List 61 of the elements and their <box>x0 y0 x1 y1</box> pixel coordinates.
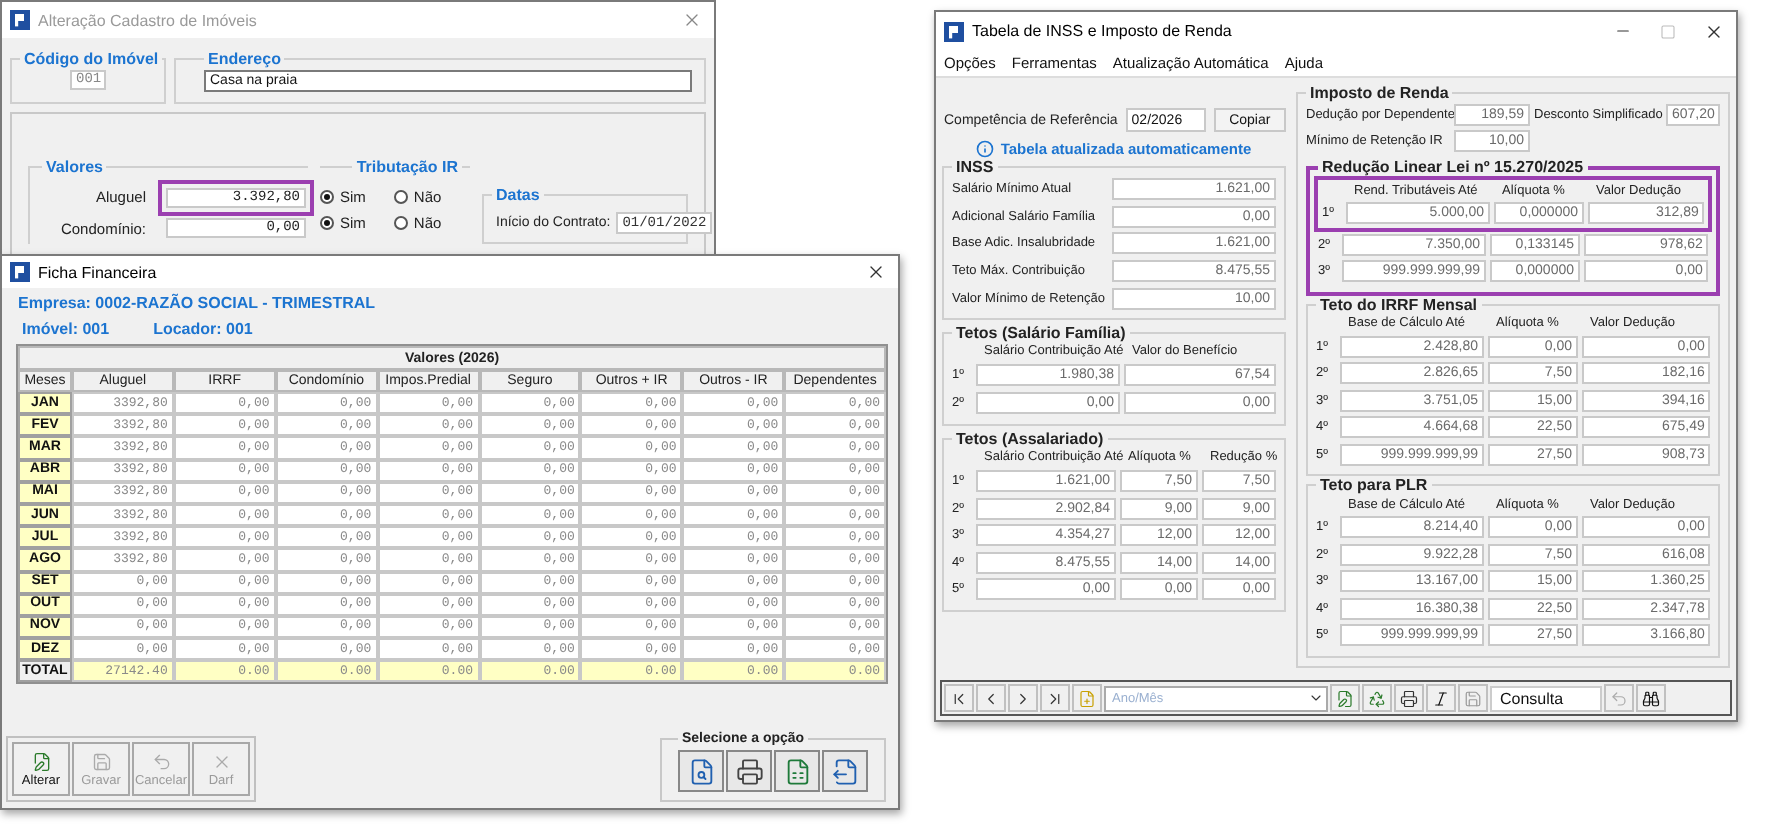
preview-button[interactable] <box>678 750 724 792</box>
group-title: Tributação IR <box>354 158 460 176</box>
close-icon <box>682 10 702 30</box>
property-label: Imóvel: 001 <box>22 320 110 338</box>
export-icon <box>831 757 859 785</box>
magnifier-icon <box>687 757 715 785</box>
group-title: Tetos (Salário Família) <box>954 323 1128 342</box>
window-title: Tabela de INSS e Imposto de Renda <box>972 22 1234 40</box>
dropdown-icon <box>1308 690 1324 706</box>
save-icon <box>1464 689 1482 707</box>
group-title: INSS <box>954 158 996 176</box>
previous-icon <box>982 689 1000 707</box>
close-icon <box>866 262 886 282</box>
print-button[interactable] <box>726 750 772 792</box>
undo-icon <box>151 751 171 771</box>
next-button[interactable] <box>1008 684 1038 712</box>
recycle-icon <box>1368 689 1386 707</box>
spreadsheet-icon <box>783 757 811 785</box>
app-icon <box>10 10 30 30</box>
italic-button[interactable] <box>1426 684 1456 712</box>
company-label: Empresa: 0002-RAZÃO SOCIAL - TRIMESTRAL <box>16 291 378 312</box>
edit-button[interactable] <box>1330 684 1360 712</box>
app-icon <box>944 21 964 41</box>
next-icon <box>1014 689 1032 707</box>
save-icon <box>91 751 111 771</box>
maximize-icon <box>1660 23 1676 39</box>
group-title: Teto do IRRF Mensal <box>1318 295 1480 313</box>
group-title: Endereço <box>206 50 283 68</box>
first-button[interactable] <box>944 684 974 712</box>
export-button[interactable] <box>822 750 868 792</box>
group-title: Teto para PLR <box>1318 476 1430 494</box>
edit-icon <box>31 751 51 771</box>
app-icon <box>10 262 30 282</box>
window-title: Alteração Cadastro de Imóveis <box>38 11 259 29</box>
close-icon <box>1704 21 1724 41</box>
excel-button[interactable] <box>774 750 820 792</box>
group-title: Valores <box>44 158 105 176</box>
mode-field: Consulta <box>1490 685 1602 711</box>
printer-icon <box>735 757 763 785</box>
first-icon <box>950 689 968 707</box>
group-title: Código do Imóvel <box>22 50 161 68</box>
previous-button[interactable] <box>976 684 1006 712</box>
edit-icon <box>1336 689 1354 707</box>
new-file-icon <box>1078 689 1096 707</box>
italic-icon <box>1432 689 1450 707</box>
binoculars-icon <box>1642 689 1660 707</box>
group-title: Datas <box>494 186 542 204</box>
undo-icon <box>1610 689 1628 707</box>
info-icon <box>976 140 995 158</box>
close-icon <box>211 751 231 771</box>
group-title: Redução Linear Lei nº 15.270/2025 <box>1320 158 1586 176</box>
last-icon <box>1046 689 1064 707</box>
last-button[interactable] <box>1040 684 1070 712</box>
printer-icon <box>1400 689 1418 707</box>
group-title: Imposto de Renda <box>1308 84 1451 102</box>
find-button[interactable] <box>1636 684 1666 712</box>
landlord-label: Locador: 001 <box>153 320 253 338</box>
window-title: Ficha Financeira <box>38 263 159 281</box>
group-title: Tetos (Assalariado) <box>954 429 1106 448</box>
print-button[interactable] <box>1394 684 1424 712</box>
delete-button[interactable] <box>1362 684 1392 712</box>
